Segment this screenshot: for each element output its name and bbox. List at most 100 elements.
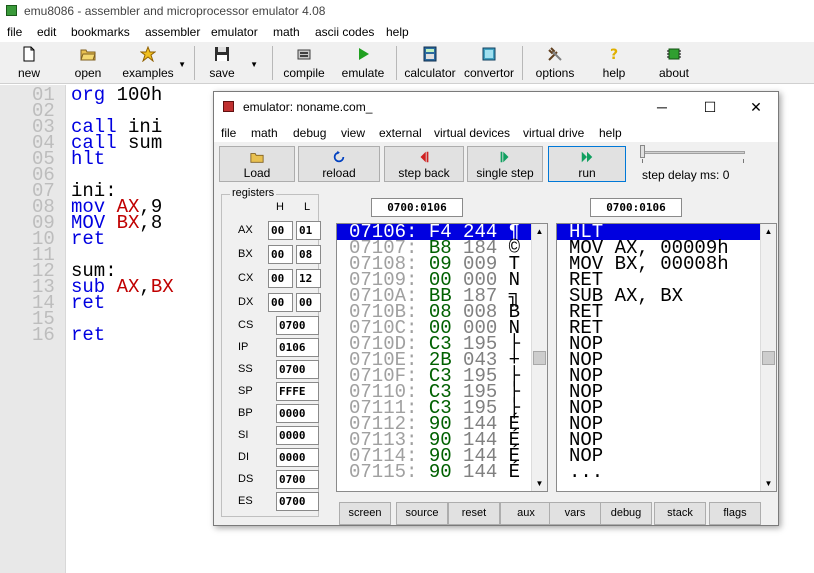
- register-value[interactable]: FFFE: [276, 382, 319, 401]
- code-line[interactable]: ret: [71, 230, 105, 249]
- app-icon: [6, 5, 17, 16]
- save-button[interactable]: save ▼: [204, 44, 258, 82]
- fast-forward-icon: [581, 151, 593, 163]
- close-icon[interactable]: ✕: [746, 97, 766, 117]
- scroll-down-icon[interactable]: ▼: [532, 476, 547, 491]
- step-delay-slider[interactable]: [641, 151, 745, 154]
- maximize-icon[interactable]: ☐: [700, 97, 720, 117]
- scroll-down-icon[interactable]: ▼: [761, 476, 776, 491]
- calculator-button[interactable]: calculator: [402, 44, 458, 82]
- register-high-byte[interactable]: 00: [268, 269, 293, 288]
- convertor-button[interactable]: convertor: [462, 44, 516, 82]
- register-value[interactable]: 0700: [276, 470, 319, 489]
- memory-list[interactable]: 07106: F4 244 ¶ 07107: B8 184 © 07108: 09 …: [336, 223, 548, 492]
- register-low-byte[interactable]: 08: [296, 245, 321, 264]
- code-token: ,: [139, 276, 151, 298]
- emu-menu-virtual-drive[interactable]: virtual drive: [523, 126, 584, 140]
- compile-button[interactable]: compile: [280, 44, 328, 82]
- code-line[interactable]: hlt: [71, 150, 105, 169]
- scroll-thumb[interactable]: [762, 351, 775, 365]
- vars-button[interactable]: vars: [549, 502, 601, 525]
- open-button[interactable]: open: [68, 44, 108, 82]
- menu-edit[interactable]: edit: [37, 25, 56, 39]
- about-button[interactable]: about: [654, 44, 694, 82]
- register-low-byte[interactable]: 01: [296, 221, 321, 240]
- memory-address-field[interactable]: 0700:0106: [371, 198, 463, 217]
- step-back-icon: [420, 151, 429, 163]
- help-button[interactable]: ? help: [596, 44, 632, 82]
- menu-ascii-codes[interactable]: ascii codes: [315, 25, 374, 39]
- register-value[interactable]: 0700: [276, 316, 319, 335]
- memory-hex: 90: [428, 461, 464, 483]
- debug-button[interactable]: debug: [600, 502, 652, 525]
- run-button[interactable]: run: [548, 146, 626, 182]
- minimize-icon[interactable]: ─: [652, 97, 672, 117]
- register-value[interactable]: 0000: [276, 404, 319, 423]
- screen-button[interactable]: screen: [339, 502, 391, 525]
- register-value[interactable]: 0000: [276, 426, 319, 445]
- save-dropdown-icon[interactable]: ▼: [250, 60, 258, 69]
- menu-math[interactable]: math: [273, 25, 300, 39]
- tools-icon: [548, 47, 562, 61]
- code-line[interactable]: org 100h: [71, 86, 162, 105]
- register-low-byte[interactable]: 12: [296, 269, 321, 288]
- disassembly-list[interactable]: HLT MOV AX, 00009h MOV BX, 00008h RET SUB AX…: [556, 223, 777, 492]
- aux-button[interactable]: aux: [500, 502, 552, 525]
- scroll-up-icon[interactable]: ▲: [532, 224, 547, 239]
- code-line[interactable]: ret: [71, 326, 105, 345]
- register-high-byte[interactable]: 00: [268, 293, 293, 312]
- register-value[interactable]: 0000: [276, 448, 319, 467]
- options-button[interactable]: options: [532, 44, 578, 82]
- step-back-label: step back: [398, 166, 450, 180]
- menu-bookmarks[interactable]: bookmarks: [71, 25, 130, 39]
- emu-menu-view[interactable]: view: [341, 126, 365, 140]
- reload-button[interactable]: reload: [298, 146, 380, 182]
- examples-dropdown-icon[interactable]: ▼: [178, 60, 186, 69]
- disassembly-scrollbar[interactable]: ▲ ▼: [760, 224, 776, 491]
- examples-button[interactable]: examples ▼: [120, 44, 186, 82]
- menu-emulator[interactable]: emulator: [211, 25, 258, 39]
- emu-menu-virtual-devices[interactable]: virtual devices: [434, 126, 510, 140]
- reset-button[interactable]: reset: [448, 502, 500, 525]
- stack-button[interactable]: stack: [654, 502, 706, 525]
- emulate-button[interactable]: emulate: [338, 44, 388, 82]
- app-titlebar: emu8086 - assembler and microprocessor e…: [0, 0, 814, 22]
- menu-help[interactable]: help: [386, 25, 409, 39]
- step-back-button[interactable]: step back: [384, 146, 464, 182]
- emu-menu-file[interactable]: file: [221, 126, 236, 140]
- emu-menu-math[interactable]: math: [251, 126, 278, 140]
- memory-row[interactable]: 07115: 90 144 É: [337, 461, 531, 483]
- register-label: CS: [238, 319, 254, 331]
- register-value[interactable]: 0700: [276, 492, 319, 511]
- flags-button[interactable]: flags: [709, 502, 761, 525]
- register-high-byte[interactable]: 00: [268, 221, 293, 240]
- emu-menu-external[interactable]: external: [379, 126, 422, 140]
- register-high-byte[interactable]: 00: [268, 245, 293, 264]
- disassembly-row[interactable]: ...: [557, 463, 760, 482]
- source-button[interactable]: source: [396, 502, 448, 525]
- emulator-app-icon: [223, 101, 234, 112]
- new-button[interactable]: new: [10, 44, 48, 82]
- toolbar-separator: [272, 46, 273, 80]
- code-line[interactable]: ret: [71, 294, 105, 313]
- memory-scrollbar[interactable]: ▲ ▼: [531, 224, 547, 491]
- emu-menu-debug[interactable]: debug: [293, 126, 326, 140]
- register-value[interactable]: 0106: [276, 338, 319, 357]
- step-delay-slider-thumb[interactable]: [640, 145, 645, 158]
- open-label: open: [74, 66, 102, 80]
- code-token: BX: [116, 212, 140, 234]
- menu-assembler[interactable]: assembler: [145, 25, 200, 39]
- emu-menu-help[interactable]: help: [599, 126, 622, 140]
- single-step-button[interactable]: single step: [467, 146, 543, 182]
- load-button[interactable]: Load: [219, 146, 295, 182]
- memory-address: 07115:: [349, 461, 429, 483]
- scroll-thumb[interactable]: [533, 351, 546, 365]
- register-low-byte[interactable]: 00: [296, 293, 321, 312]
- compile-icon: [297, 49, 311, 60]
- register-value[interactable]: 0700: [276, 360, 319, 379]
- code-token: sum: [128, 132, 163, 154]
- scroll-up-icon[interactable]: ▲: [761, 224, 776, 239]
- main-toolbar: new open examples ▼ save ▼ compile emula…: [0, 42, 814, 84]
- disassembly-address-field[interactable]: 0700:0106: [590, 198, 682, 217]
- menu-file[interactable]: file: [7, 25, 22, 39]
